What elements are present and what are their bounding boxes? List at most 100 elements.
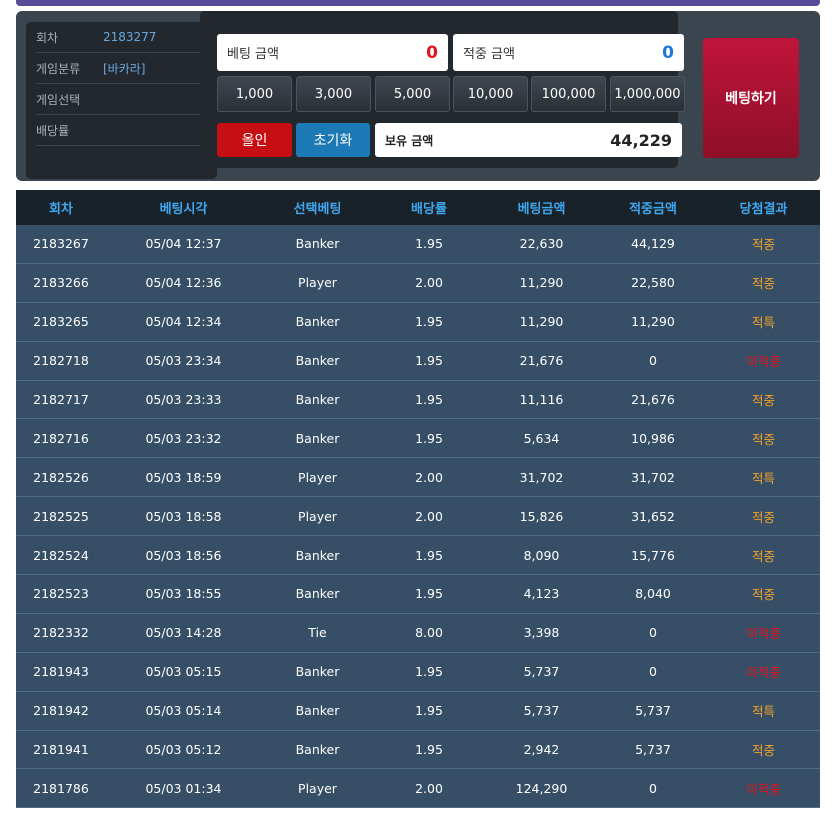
table-cell: 2181941: [33, 742, 89, 758]
table-cell: 2182332: [33, 625, 89, 641]
table-header: 회차 베팅시각 선택베팅 배당률 베팅금액 적중금액 당첨결과: [16, 190, 820, 225]
table-cell: 5,737: [523, 703, 560, 719]
table-cell: 2183265: [33, 314, 89, 330]
table-cell: 2181943: [33, 664, 89, 680]
table-cell: 8,090: [523, 547, 560, 563]
table-row: 2182523 05/03 18:55 Banker 1.95 4,123 8,040 적중: [16, 575, 820, 614]
chip-3000-button[interactable]: 3,000: [296, 76, 371, 112]
result-cell: 적중: [751, 431, 775, 447]
info-row-selection: 게임선택: [36, 84, 207, 115]
place-bet-button[interactable]: 베팅하기: [703, 38, 799, 158]
chip-1000000-button[interactable]: 1,000,000: [610, 76, 685, 112]
table-cell: 05/03 05:12: [145, 742, 222, 758]
table-cell: Banker: [295, 392, 340, 407]
table-cell: 11,290: [519, 275, 564, 291]
table-cell: Tie: [308, 625, 327, 641]
table-cell: Banker: [295, 547, 340, 563]
table-row: 2182717 05/03 23:33 Banker 1.95 11,116 21,676…: [16, 380, 820, 420]
table-cell: 1.95: [415, 430, 443, 446]
table-row: 2181943 05/03 05:15 Banker 1.95 5,737 0 미적중: [16, 652, 820, 692]
table-cell: Banker: [295, 353, 340, 369]
table-cell: 05/03 23:34: [145, 353, 222, 369]
table-cell: 05/03 05:15: [145, 664, 222, 680]
table-cell: 1.95: [415, 664, 443, 680]
table-cell: 2182526: [33, 469, 89, 485]
all-in-button[interactable]: 올인: [217, 123, 292, 157]
table-cell: 2182525: [33, 508, 89, 524]
table-cell: 2.00: [415, 275, 443, 291]
table-cell: 5,634: [523, 430, 560, 446]
table-cell: 05/03 23:32: [145, 430, 222, 446]
table-cell: Banker: [295, 314, 340, 330]
table-cell: 05/03 05:14: [145, 703, 222, 719]
table-row: 2182525 05/03 18:58 Player 2.00 15,826 31,652…: [16, 497, 820, 537]
holding-amount-box: 보유 금액 44,229: [375, 123, 682, 157]
table-cell: Banker: [295, 586, 340, 602]
win-amount-field: 적중 금액 0: [453, 34, 684, 71]
table-cell: Banker: [295, 742, 340, 758]
bet-history-table: 회차 베팅시각 선택베팅 배당률 베팅금액 적중금액 당첨결과 2183267 0…: [16, 190, 820, 809]
table-cell: 10,986: [631, 430, 675, 446]
result-cell: 적중: [751, 587, 775, 603]
table-cell: 0: [649, 780, 657, 796]
result-cell: 적중: [751, 548, 775, 564]
chip-1000-button[interactable]: 1,000: [217, 76, 292, 112]
table-cell: 1.95: [415, 314, 443, 330]
table-cell: 05/03 18:59: [145, 469, 222, 485]
bet-amount-field[interactable]: 베팅 금액 0: [217, 34, 448, 71]
column-header: 당첨결과: [739, 202, 788, 217]
table-cell: 11,290: [519, 314, 564, 330]
table-cell: 1.95: [415, 703, 443, 719]
table-cell: 2181786: [33, 780, 89, 796]
info-label: 회차: [36, 30, 59, 45]
table-cell: 2182524: [33, 547, 89, 563]
table-cell: 05/04 12:34: [145, 314, 222, 330]
chip-5000-button[interactable]: 5,000: [375, 76, 450, 112]
bet-amount-value: 0: [426, 42, 438, 63]
table-cell: 05/03 18:58: [145, 508, 222, 524]
table-cell: 0: [649, 664, 657, 680]
table-row: 2183266 05/04 12:36 Player 2.00 11,290 22,580…: [16, 263, 820, 303]
table-cell: 2182718: [33, 353, 89, 369]
table-cell: 5,737: [635, 703, 671, 719]
result-cell: 적중: [751, 393, 775, 408]
table-cell: Player: [298, 275, 337, 291]
table-cell: 2182523: [33, 586, 89, 602]
info-value: [바카라]: [103, 61, 146, 76]
chip-10000-button[interactable]: 10,000: [453, 76, 528, 112]
table-cell: 44,129: [631, 236, 675, 252]
info-value: 2183277: [103, 30, 157, 44]
chip-100000-button[interactable]: 100,000: [531, 76, 606, 112]
table-cell: 22,580: [631, 275, 675, 291]
result-cell: 적특: [751, 470, 775, 486]
table-row: 2182332 05/03 14:28 Tie 8.00 3,398 0 미적중: [16, 613, 820, 653]
table-cell: 11,290: [631, 314, 675, 330]
table-cell: 124,290: [515, 780, 568, 796]
table-cell: 1.95: [415, 236, 443, 252]
reset-button[interactable]: 초기화: [296, 123, 370, 157]
bet-amount-label: 베팅 금액: [227, 47, 279, 62]
table-cell: 21,676: [519, 353, 564, 369]
table-cell: 5,737: [635, 742, 671, 758]
table-cell: 0: [649, 353, 657, 369]
table-cell: Player: [298, 469, 337, 485]
table-cell: 05/03 01:34: [145, 780, 222, 796]
table-cell: 22,630: [519, 236, 564, 252]
win-amount-label: 적중 금액: [463, 47, 515, 62]
table-row: 2181786 05/03 01:34 Player 2.00 124,290 0 미적중: [16, 769, 820, 809]
info-row-round: 회차 2183277: [36, 22, 207, 53]
info-label: 게임분류: [36, 61, 81, 76]
result-cell: 미적중: [746, 626, 781, 642]
table-body: 2183267 05/04 12:37 Banker 1.95 22,630 44,129…: [16, 225, 820, 809]
table-cell: 31,702: [631, 469, 675, 485]
result-cell: 미적중: [746, 781, 781, 797]
info-label: 게임선택: [36, 92, 81, 107]
info-row-category: 게임분류 [바카라]: [36, 53, 207, 84]
table-cell: 05/03 23:33: [145, 392, 222, 407]
table-cell: 1.95: [415, 547, 443, 563]
result-cell: 적중: [751, 509, 775, 525]
table-cell: 2.00: [415, 469, 443, 485]
table-row: 2183265 05/04 12:34 Banker 1.95 11,290 11,290…: [16, 302, 820, 342]
table-cell: 2183267: [33, 236, 89, 252]
table-cell: 31,702: [519, 469, 564, 485]
